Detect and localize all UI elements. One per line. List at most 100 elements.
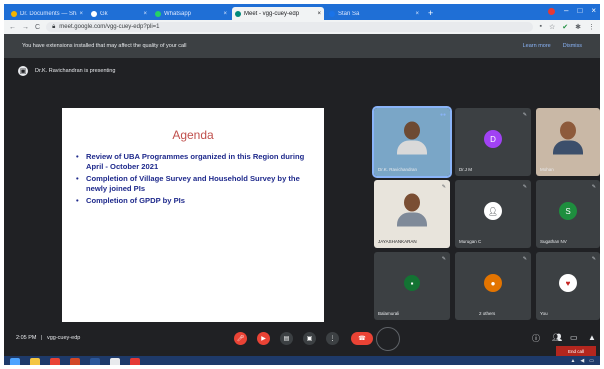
- learn-more-link[interactable]: Learn more: [523, 43, 551, 49]
- chat-icon[interactable]: ▭: [570, 333, 578, 342]
- maximize-icon[interactable]: □: [577, 6, 582, 15]
- activities-icon[interactable]: ▲: [588, 333, 596, 342]
- participant-name: Dr.K. Ravichandran: [378, 167, 418, 172]
- app-icon[interactable]: [110, 358, 120, 365]
- participant-tile[interactable]: ✎ D Dr.J M: [455, 108, 531, 176]
- word-icon[interactable]: [90, 358, 100, 365]
- extension-icons: ▪ ☆ ✔ ✱ ⋮: [539, 23, 595, 31]
- mic-off-icon: ✎: [441, 256, 446, 262]
- meeting-control-bar: 2:05 PM | vgg-cuey-edp 🎤︎ ▶ ▤ ▣ ⋮ ☎ ⓘ 👥︎…: [4, 322, 600, 356]
- participant-tile[interactable]: ✎ 👤︎ Murugan C: [455, 180, 531, 248]
- star-icon[interactable]: ☆: [549, 23, 555, 31]
- camera-icon[interactable]: ▪: [539, 23, 541, 31]
- url-text: meet.google.com/vgg-cuey-edp?pli=1: [59, 24, 160, 30]
- participant-tile[interactable]: ✎ S Sugathan NV: [536, 180, 600, 248]
- presenting-bar: ▣ Dr.K. Ravichandran is presenting: [4, 58, 600, 84]
- avatar-group: ●: [484, 274, 502, 293]
- participant-name: Balamurali: [378, 311, 400, 316]
- extension-check-icon[interactable]: ✔: [562, 23, 568, 31]
- app-icon[interactable]: [130, 358, 140, 365]
- tab-close-icon[interactable]: ×: [317, 11, 321, 17]
- battery-icon[interactable]: ▭: [589, 358, 594, 364]
- dismiss-button[interactable]: Dismiss: [563, 43, 582, 49]
- start-icon[interactable]: [10, 358, 20, 365]
- browser-tab-active[interactable]: Meet - vgg-cuey-edp ×: [232, 7, 324, 20]
- hand-raise-ring[interactable]: [376, 327, 400, 351]
- forward-icon[interactable]: →: [22, 24, 29, 31]
- slide-bullet: Review of UBA Programmes organized in th…: [76, 152, 310, 172]
- tab-label: Meet - vgg-cuey-edp: [244, 10, 300, 17]
- system-tray: ▲ ◀ ▭: [570, 358, 594, 364]
- present-screen-icon: ▣: [18, 66, 28, 76]
- people-icon[interactable]: 👥︎: [552, 333, 562, 342]
- network-icon[interactable]: ▲: [570, 358, 575, 364]
- clock-time: 2:05 PM: [16, 335, 37, 341]
- mic-off-icon: ✎: [441, 184, 446, 190]
- address-bar: ← → C 🔒︎ meet.google.com/vgg-cuey-edp?pl…: [4, 20, 600, 34]
- browser-tab[interactable]: Whatsapp ×: [152, 7, 230, 20]
- browser-tab[interactable]: Stan Sa ×: [326, 7, 422, 20]
- participant-video: [397, 121, 427, 155]
- participant-name: Murugan C: [459, 239, 482, 244]
- tab-favicon-icon: [91, 10, 97, 17]
- participant-video: [553, 121, 583, 155]
- slide-bullet: Completion of Village Survey and Househo…: [76, 174, 310, 194]
- separator: |: [41, 335, 43, 341]
- new-tab-button[interactable]: +: [428, 8, 433, 18]
- participant-tile[interactable]: ●● Dr.K. Ravichandran: [372, 106, 452, 178]
- meet-favicon-icon: [235, 10, 241, 17]
- tab-close-icon[interactable]: ×: [143, 11, 147, 17]
- browser-tab-strip: Dr. Documents — Sha Kam × Gk × Whatsapp …: [4, 4, 600, 20]
- browser-tab[interactable]: Dr. Documents — Sha Kam ×: [8, 7, 86, 20]
- presentation-slide: Agenda Review of UBA Programmes organize…: [62, 108, 324, 322]
- slide-title: Agenda: [172, 128, 214, 142]
- avatar: D: [484, 130, 502, 149]
- presenting-text: Dr.K. Ravichandran is presenting: [35, 68, 116, 74]
- present-now-button[interactable]: ▣: [303, 332, 316, 345]
- avatar: 👤︎: [484, 202, 502, 221]
- explorer-icon[interactable]: [30, 358, 40, 365]
- url-field[interactable]: 🔒︎ meet.google.com/vgg-cuey-edp?pli=1: [46, 22, 534, 32]
- volume-icon[interactable]: ◀: [580, 358, 584, 364]
- os-taskbar: ▲ ◀ ▭: [4, 356, 600, 365]
- mic-toggle-button[interactable]: 🎤︎: [234, 332, 247, 345]
- minimize-icon[interactable]: –: [564, 6, 568, 15]
- close-window-icon[interactable]: ×: [591, 6, 596, 15]
- captions-button[interactable]: ▤: [280, 332, 293, 345]
- tab-close-icon[interactable]: ×: [223, 11, 227, 17]
- participant-name: Sugathan NV: [540, 239, 567, 244]
- powerpoint-icon[interactable]: [70, 358, 80, 365]
- menu-icon[interactable]: ⋮: [588, 23, 595, 31]
- mic-off-icon: ✎: [591, 256, 596, 262]
- meeting-code: vgg-cuey-edp: [46, 335, 81, 341]
- participant-name: Mohan: [540, 167, 554, 172]
- camera-toggle-button[interactable]: ▶: [257, 332, 270, 345]
- record-dot-icon: [548, 8, 556, 15]
- tab-close-icon[interactable]: ×: [79, 11, 83, 17]
- browser-tab[interactable]: Gk ×: [88, 7, 150, 20]
- slide-bullets: Review of UBA Programmes organized in th…: [76, 152, 310, 206]
- chrome-icon[interactable]: [50, 358, 60, 365]
- extension-puzzle-icon[interactable]: ✱: [575, 23, 581, 31]
- tab-label: Whatsapp: [164, 10, 192, 17]
- participant-tile[interactable]: ✎ ● 2 others: [455, 252, 531, 320]
- participant-name: JAYASHANKARAN: [378, 239, 417, 244]
- tab-close-icon[interactable]: ×: [415, 11, 419, 17]
- mic-off-icon: ✎: [591, 184, 596, 190]
- more-options-button[interactable]: ⋮: [326, 332, 339, 345]
- info-icon[interactable]: ⓘ: [532, 333, 540, 344]
- participant-tile[interactable]: ✎ JAYASHANKARAN: [374, 180, 450, 248]
- end-call-button[interactable]: ☎: [351, 332, 373, 345]
- meeting-info: 2:05 PM | vgg-cuey-edp: [16, 335, 80, 341]
- window-controls: – □ ×: [548, 6, 596, 15]
- mic-off-icon: ✎: [522, 256, 527, 262]
- participant-name: Dr.J M: [459, 167, 472, 172]
- participant-tile[interactable]: Mohan: [536, 108, 600, 176]
- participant-tile-self[interactable]: ✎ ♥ You: [536, 252, 600, 320]
- back-icon[interactable]: ←: [9, 24, 16, 31]
- participant-name: You: [540, 311, 548, 316]
- mic-off-icon: ✎: [522, 184, 527, 190]
- reload-icon[interactable]: C: [35, 24, 40, 31]
- participant-tile[interactable]: ✎ ▪ Balamurali: [374, 252, 450, 320]
- tab-favicon-icon: [11, 10, 17, 17]
